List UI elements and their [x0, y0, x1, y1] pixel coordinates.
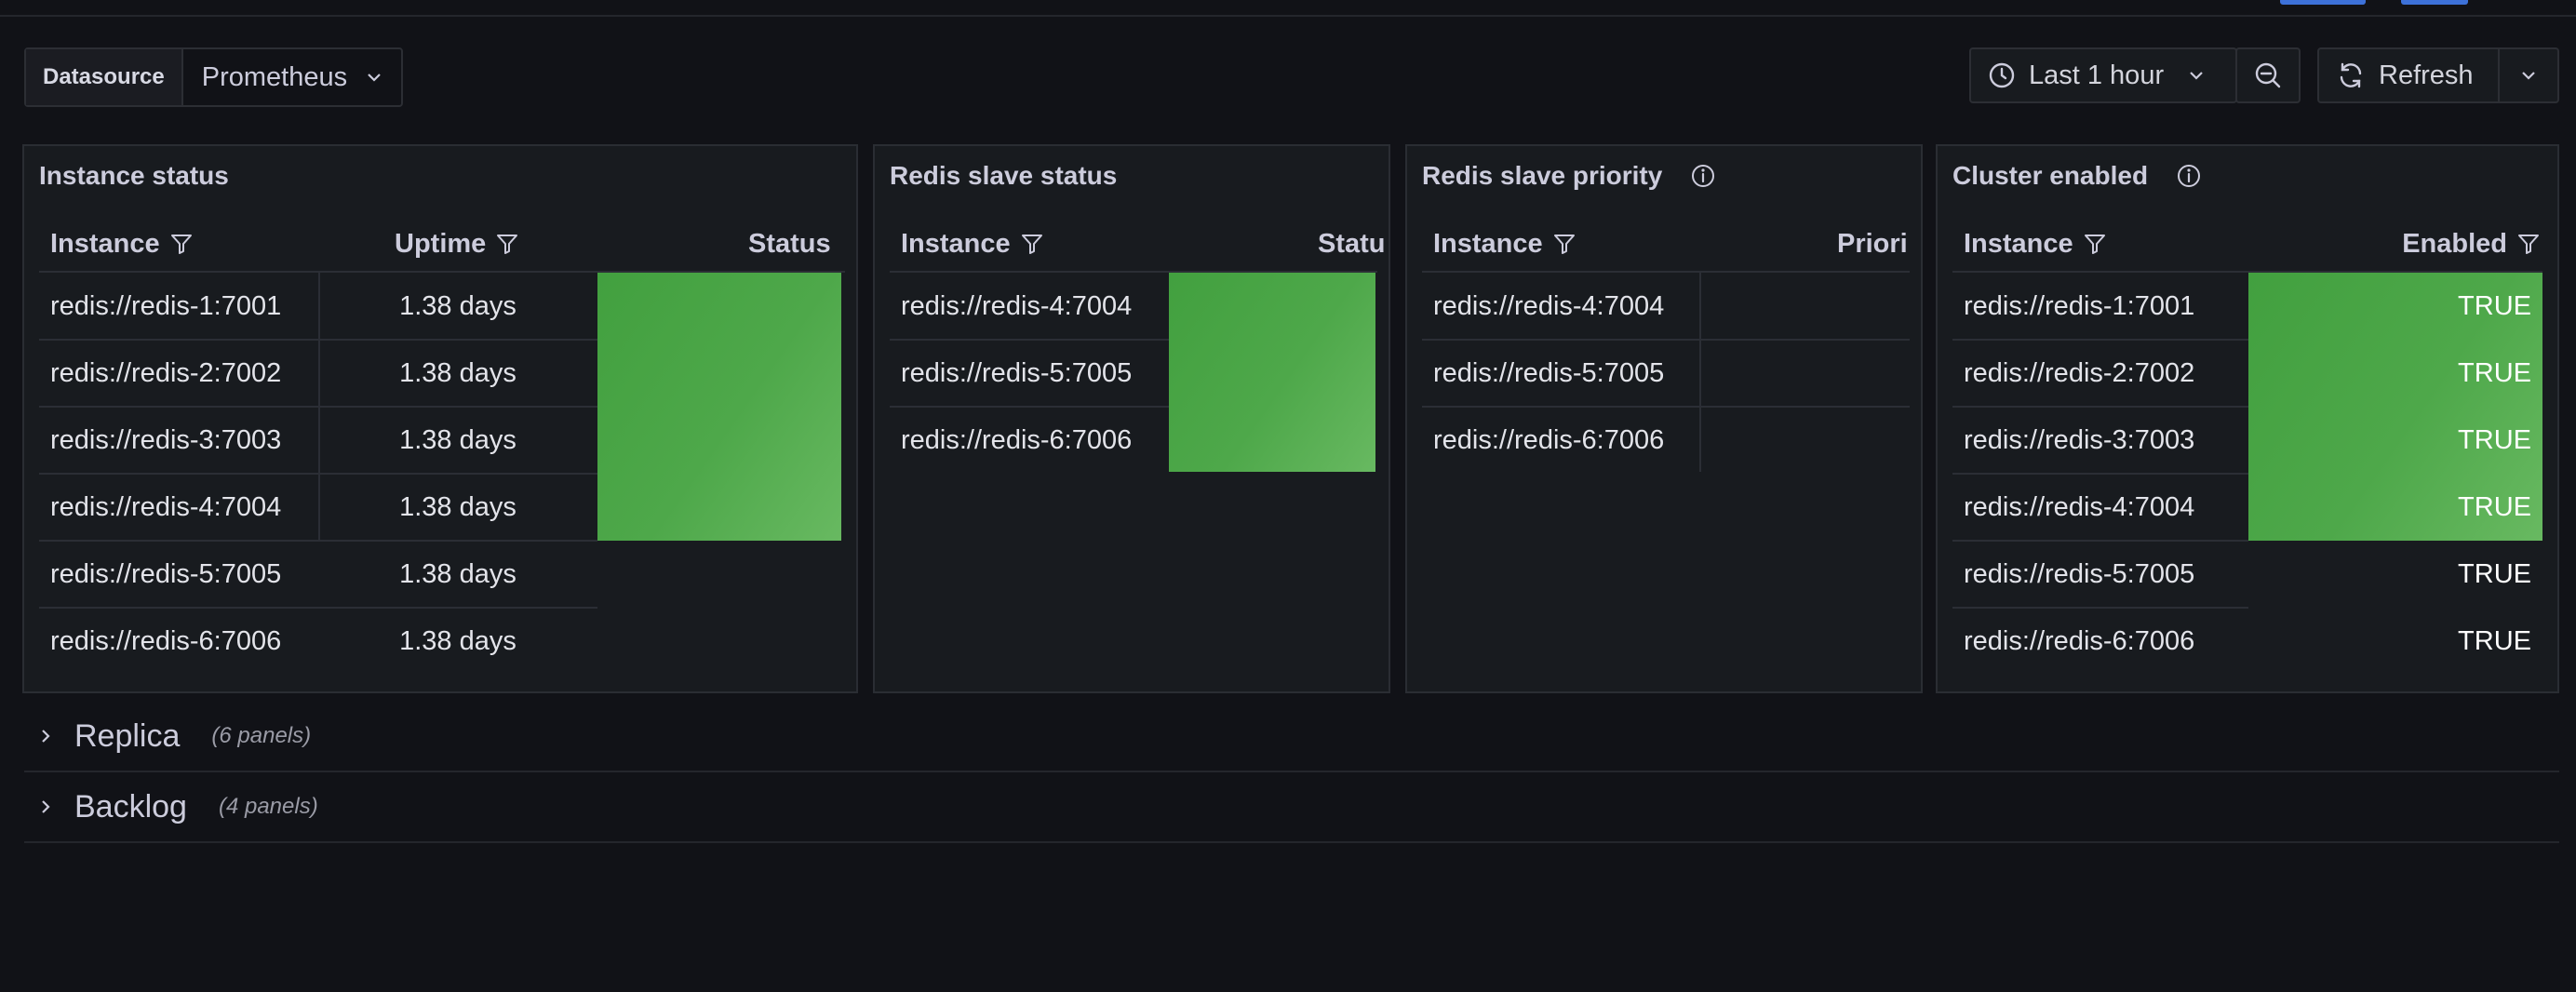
panel-title-wrap: Redis slave priority	[1422, 161, 1716, 191]
instance-cell: redis://redis-1:7001	[50, 290, 282, 321]
redis-slave-priority-panel: Redis slave priority Instance Priori red…	[1405, 144, 1923, 693]
uptime-cell: 1.38 days	[399, 357, 517, 388]
datasource-label: Datasource	[26, 49, 183, 105]
instance-cell: redis://redis-2:7002	[1964, 357, 2195, 388]
enabled-cell: TRUE	[2458, 491, 2531, 522]
status-color-column	[1169, 273, 1375, 472]
row-title: Backlog	[74, 788, 187, 824]
filter-icon[interactable]	[1552, 232, 1576, 256]
refresh-picker: Refresh	[2317, 47, 2559, 103]
chevron-right-icon	[39, 798, 67, 816]
uptime-cell: 1.38 days	[399, 424, 517, 455]
column-header-status[interactable]: Statu	[1318, 217, 1386, 271]
column-header-enabled[interactable]: Enabled	[2402, 217, 2541, 271]
column-header-instance[interactable]: Instance	[50, 217, 194, 271]
row-replica[interactable]: Replica (6 panels)	[24, 702, 2559, 772]
chevron-down-icon	[2520, 70, 2537, 81]
panel-title: Redis slave priority	[1422, 161, 1663, 190]
instance-cell: redis://redis-5:7005	[901, 357, 1133, 388]
panel-title-wrap: Cluster enabled	[1952, 161, 2202, 191]
column-header-instance[interactable]: Instance	[1433, 217, 1576, 271]
header-label: Statu	[1318, 228, 1386, 259]
enabled-cell: TRUE	[2458, 424, 2531, 455]
column-header-instance[interactable]: Instance	[1964, 217, 2107, 271]
instance-cell: redis://redis-6:7006	[50, 625, 282, 656]
panel-title: Redis slave status	[890, 161, 1118, 190]
datasource-value: Prometheus	[201, 61, 348, 92]
chevron-right-icon	[39, 727, 67, 745]
row-panel-count: (6 panels)	[211, 723, 312, 748]
chevron-down-icon	[366, 72, 382, 83]
instance-cell: redis://redis-5:7005	[50, 558, 282, 589]
instance-cell: redis://redis-3:7003	[50, 424, 282, 455]
header-label: Instance	[901, 228, 1011, 259]
uptime-cell: 1.38 days	[399, 558, 517, 589]
enabled-cell: TRUE	[2458, 357, 2531, 388]
instance-cell: redis://redis-5:7005	[1433, 357, 1665, 388]
panel-title: Instance status	[39, 161, 229, 190]
time-range-button[interactable]: Last 1 hour	[1971, 49, 2235, 101]
datasource-select[interactable]: Prometheus	[183, 49, 401, 105]
column-divider	[1699, 273, 1701, 472]
instance-cell: redis://redis-6:7006	[1433, 424, 1665, 455]
instance-cell: redis://redis-2:7002	[50, 357, 282, 388]
header-label: Enabled	[2402, 228, 2507, 259]
instance-cell: redis://redis-6:7006	[901, 424, 1133, 455]
instance-cell: redis://redis-6:7006	[1964, 625, 2195, 656]
redis-slave-status-panel: Redis slave status Instance Statu redis:…	[873, 144, 1390, 693]
column-header-status[interactable]: Status	[748, 217, 831, 271]
uptime-cell: 1.38 days	[399, 491, 517, 522]
instance-cell: redis://redis-4:7004	[901, 290, 1133, 321]
filter-icon[interactable]	[495, 232, 519, 256]
header-label: Priori	[1837, 228, 1908, 259]
cluster-enabled-panel: Cluster enabled Instance Enabled redis:/…	[1936, 144, 2559, 693]
row-title: Replica	[74, 717, 181, 754]
nav-tab-indicator	[2401, 0, 2468, 5]
instance-cell: redis://redis-4:7004	[1433, 290, 1665, 321]
info-icon[interactable]	[2176, 163, 2202, 189]
chevron-down-icon	[2188, 70, 2205, 81]
datasource-variable: Datasource Prometheus	[24, 47, 404, 107]
refresh-interval-dropdown[interactable]	[2498, 49, 2557, 101]
instance-status-panel: Instance status Instance Uptime Status r…	[22, 144, 858, 693]
uptime-cell: 1.38 days	[399, 290, 517, 321]
refresh-button[interactable]: Refresh	[2319, 49, 2498, 101]
header-label: Uptime	[395, 228, 487, 259]
zoom-out-button[interactable]	[2235, 47, 2301, 103]
status-color-column	[597, 273, 841, 541]
panel-title: Cluster enabled	[1952, 161, 2149, 190]
instance-cell: redis://redis-4:7004	[50, 491, 282, 522]
header-label: Instance	[50, 228, 160, 259]
filter-icon[interactable]	[169, 232, 194, 256]
refresh-icon	[2336, 60, 2366, 90]
instance-cell: redis://redis-5:7005	[1964, 558, 2195, 589]
clock-icon	[1988, 61, 2016, 89]
instance-cell: redis://redis-3:7003	[1964, 424, 2195, 455]
row-backlog[interactable]: Backlog (4 panels)	[24, 772, 2559, 843]
row-panel-count: (4 panels)	[218, 794, 318, 819]
header-label: Status	[748, 228, 831, 259]
enabled-cell: TRUE	[2458, 625, 2531, 656]
nav-tab-indicator	[2280, 0, 2366, 5]
enabled-cell: TRUE	[2458, 290, 2531, 321]
filter-icon[interactable]	[2516, 232, 2541, 256]
uptime-cell: 1.38 days	[399, 625, 517, 656]
header-label: Instance	[1964, 228, 2073, 259]
filter-icon[interactable]	[2083, 232, 2107, 256]
top-nav-edge	[0, 0, 2576, 17]
column-header-instance[interactable]: Instance	[901, 217, 1044, 271]
instance-cell: redis://redis-4:7004	[1964, 491, 2195, 522]
info-icon[interactable]	[1690, 163, 1716, 189]
filter-icon[interactable]	[1020, 232, 1044, 256]
time-range-label: Last 1 hour	[2029, 60, 2165, 90]
column-header-uptime[interactable]: Uptime	[395, 217, 519, 271]
column-header-priority[interactable]: Priori	[1837, 217, 1908, 271]
header-label: Instance	[1433, 228, 1543, 259]
time-picker: Last 1 hour	[1969, 47, 2237, 103]
instance-cell: redis://redis-1:7001	[1964, 290, 2195, 321]
refresh-label: Refresh	[2379, 60, 2474, 90]
zoom-out-icon	[2253, 60, 2283, 90]
enabled-cell: TRUE	[2458, 558, 2531, 589]
